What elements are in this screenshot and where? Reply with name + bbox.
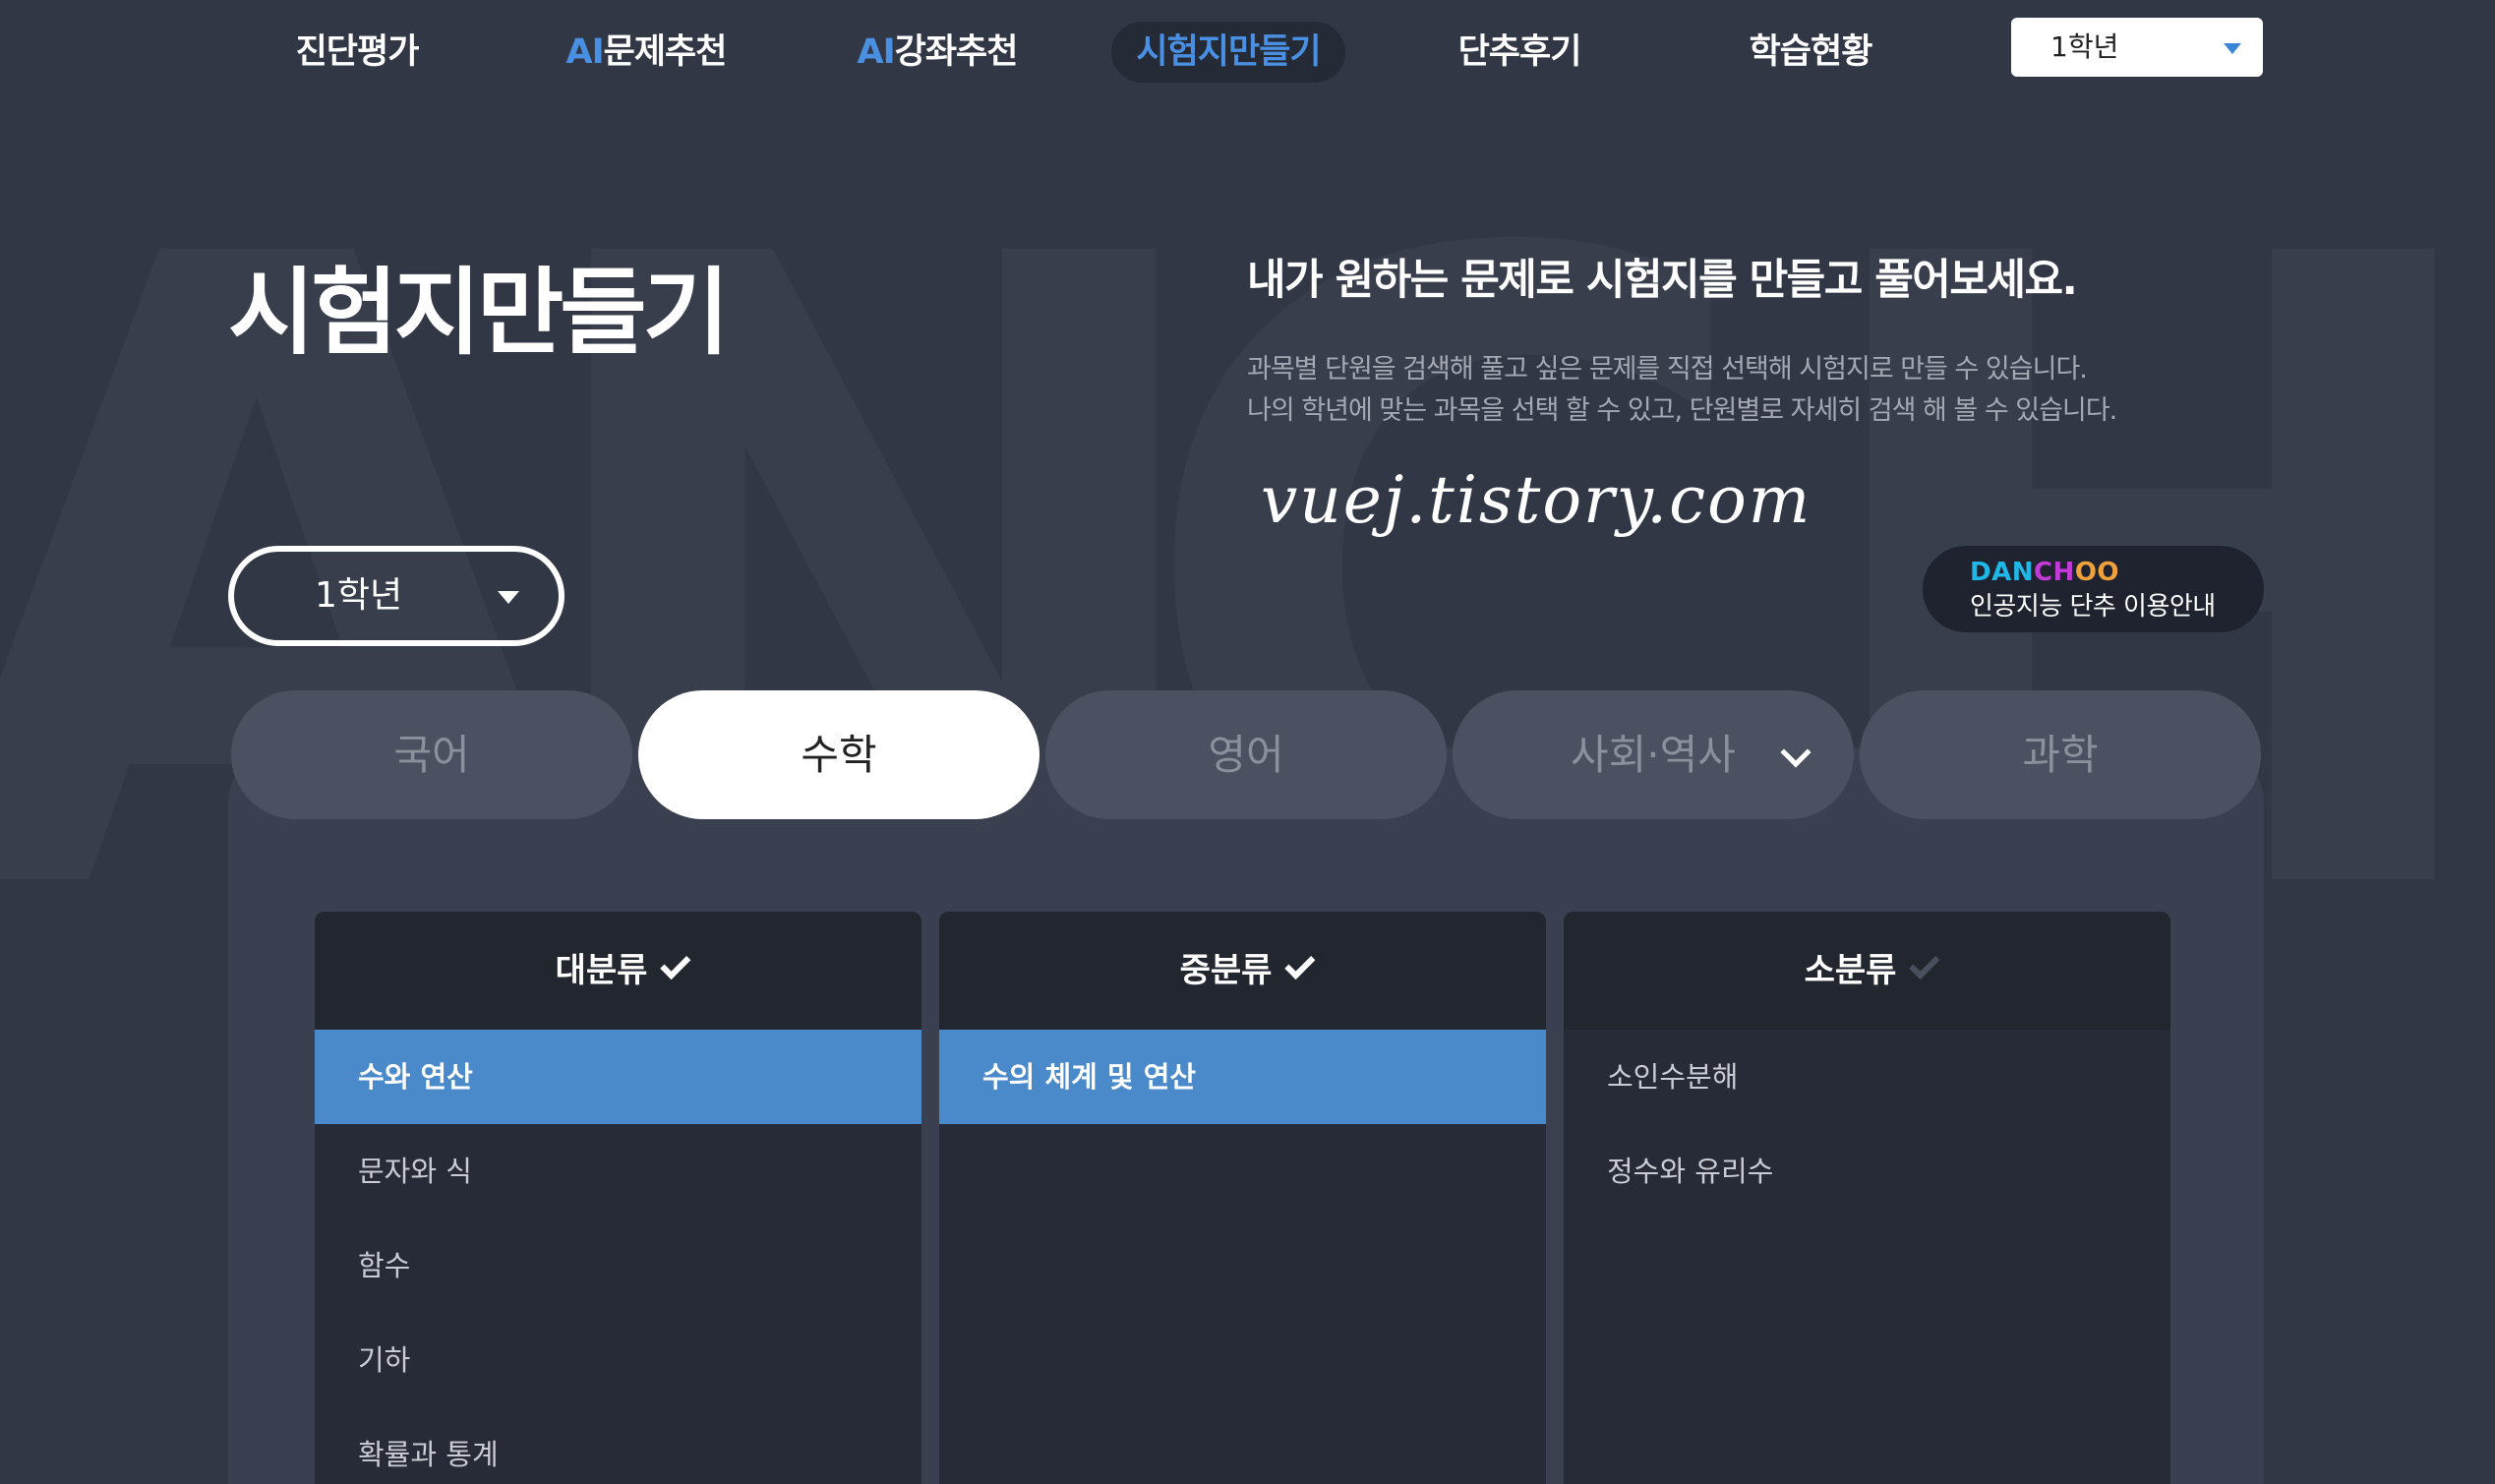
list-item[interactable]: 정수와 유리수 xyxy=(1564,1124,2170,1218)
list-item[interactable]: 함수 xyxy=(315,1218,921,1313)
tab-social-history[interactable]: 사회·역사 xyxy=(1453,690,1854,819)
list-item[interactable]: 수와 연산 xyxy=(315,1030,921,1124)
tab-science[interactable]: 과학 xyxy=(1860,690,2261,819)
nav-item-diagnosis[interactable]: 진단평가 xyxy=(264,22,450,83)
danchoo-logo: DANCHOO xyxy=(1970,558,2120,587)
page-headline: 내가 원하는 문제로 시험지를 만들고 풀어보세요. xyxy=(1247,256,2078,305)
middle-category-column: 중분류 수의 체계 및 연산 xyxy=(939,912,1546,1484)
major-category-header[interactable]: 대분류 xyxy=(315,912,921,1030)
tab-korean[interactable]: 국어 xyxy=(231,690,632,819)
check-icon xyxy=(660,948,691,979)
minor-category-header[interactable]: 소분류 xyxy=(1564,912,2170,1030)
nav-item-ai-lecture-recommend[interactable]: AI강좌추천 xyxy=(844,22,1031,83)
danchoo-guide-button[interactable]: DANCHOO 인공지능 단추 이용안내 xyxy=(1923,546,2264,632)
page-description: 과목별 단원을 검색해 풀고 싶은 문제를 직접 선택해 시험지로 만들 수 있… xyxy=(1247,354,2117,426)
tab-english[interactable]: 영어 xyxy=(1045,690,1447,819)
check-icon xyxy=(1909,948,1940,979)
watermark-text: vuej.tistory.com xyxy=(1261,462,1812,538)
top-navigation: 진단평가 AI문제추천 AI강좌추천 시험지만들기 단추후기 학습현황 1학년 xyxy=(0,0,2495,108)
grade-select[interactable]: 1학년 xyxy=(228,546,564,646)
list-item[interactable]: 문자와 식 xyxy=(315,1124,921,1218)
check-icon xyxy=(1284,948,1316,979)
nav-item-reviews[interactable]: 단추후기 xyxy=(1426,22,1613,83)
major-category-column: 대분류 수와 연산 문자와 식 함수 기하 확률과 통계 xyxy=(315,912,921,1484)
nav-item-ai-problem-recommend[interactable]: AI문제추천 xyxy=(553,22,740,83)
nav-item-learning-status[interactable]: 학습현황 xyxy=(1717,22,1904,83)
list-item[interactable]: 기하 xyxy=(315,1313,921,1407)
dropdown-arrow-icon xyxy=(498,591,519,604)
middle-category-header[interactable]: 중분류 xyxy=(939,912,1546,1030)
list-item[interactable]: 확률과 통계 xyxy=(315,1407,921,1484)
list-item[interactable]: 수의 체계 및 연산 xyxy=(939,1030,1546,1124)
list-item[interactable]: 소인수분해 xyxy=(1564,1030,2170,1124)
dropdown-arrow-icon xyxy=(2224,43,2241,54)
tab-math[interactable]: 수학 xyxy=(638,690,1040,819)
nav-grade-select[interactable]: 1학년 xyxy=(2011,18,2263,77)
chevron-down-icon xyxy=(1780,737,1812,768)
nav-item-make-test[interactable]: 시험지만들기 xyxy=(1111,22,1345,83)
minor-category-column: 소분류 소인수분해 정수와 유리수 xyxy=(1564,912,2170,1484)
page-title: 시험지만들기 xyxy=(228,258,730,368)
